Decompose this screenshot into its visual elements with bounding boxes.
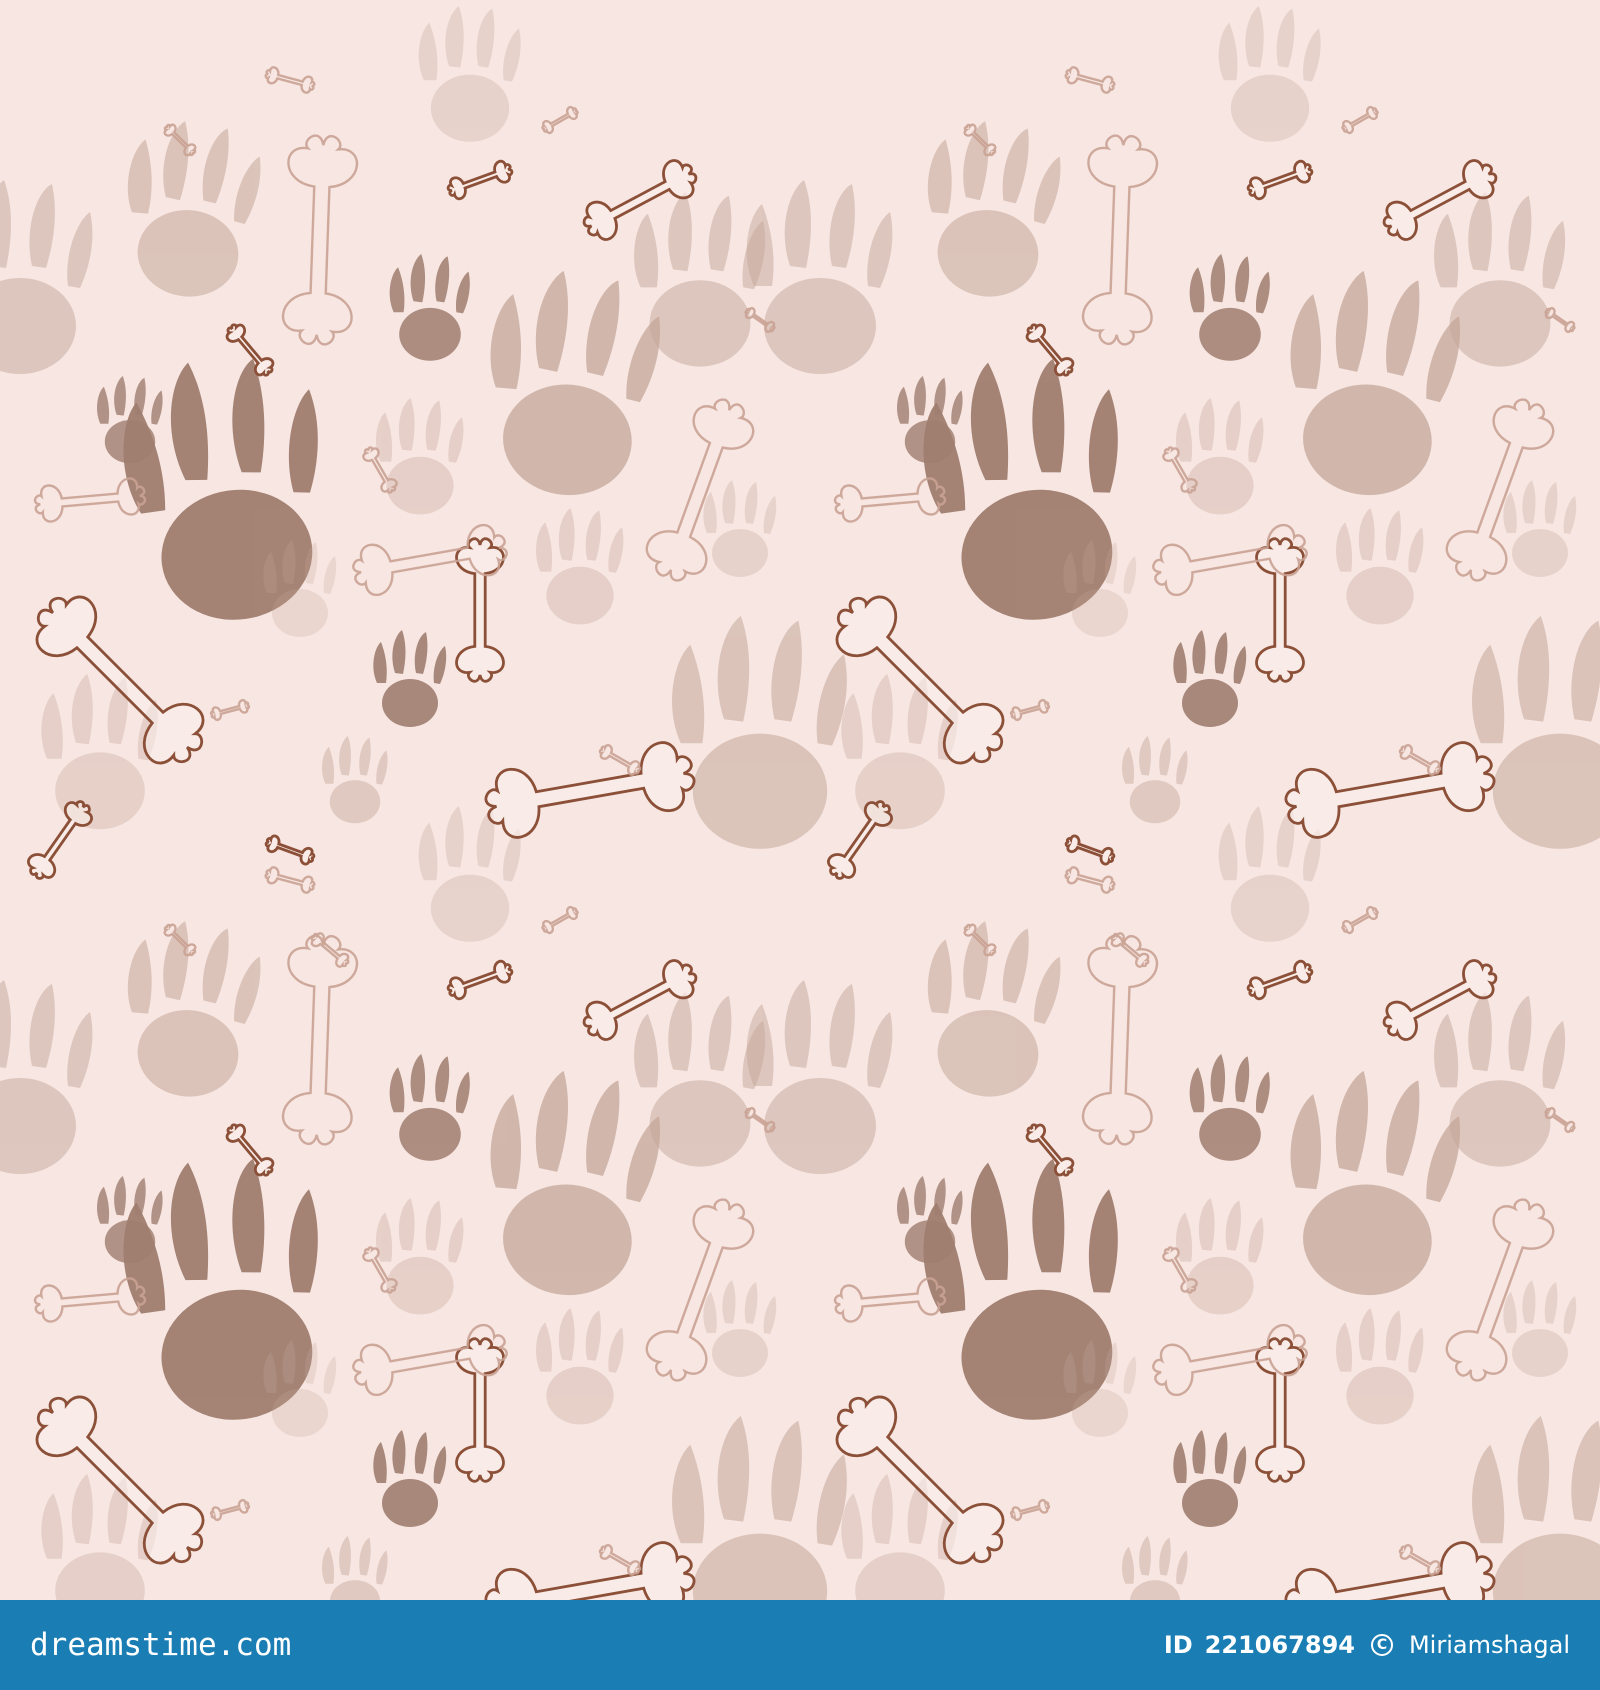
id-label: ID [1163,1631,1193,1659]
watermark-bar: dreamstime.com ID 221067894 C Miriamshag… [0,1600,1600,1690]
brand-watermark: dreamstime.com [30,1627,292,1663]
image: dreamstime.com ID 221067894 C Miriamshag… [0,0,1600,1690]
image-credit: ID 221067894 C Miriamshagal [1164,1631,1570,1659]
copyright-icon: C [1370,1634,1393,1656]
photographer-name: Miriamshagal [1408,1631,1570,1659]
paw-and-bone-pattern [0,0,1600,1600]
image-id: 221067894 [1204,1631,1355,1659]
